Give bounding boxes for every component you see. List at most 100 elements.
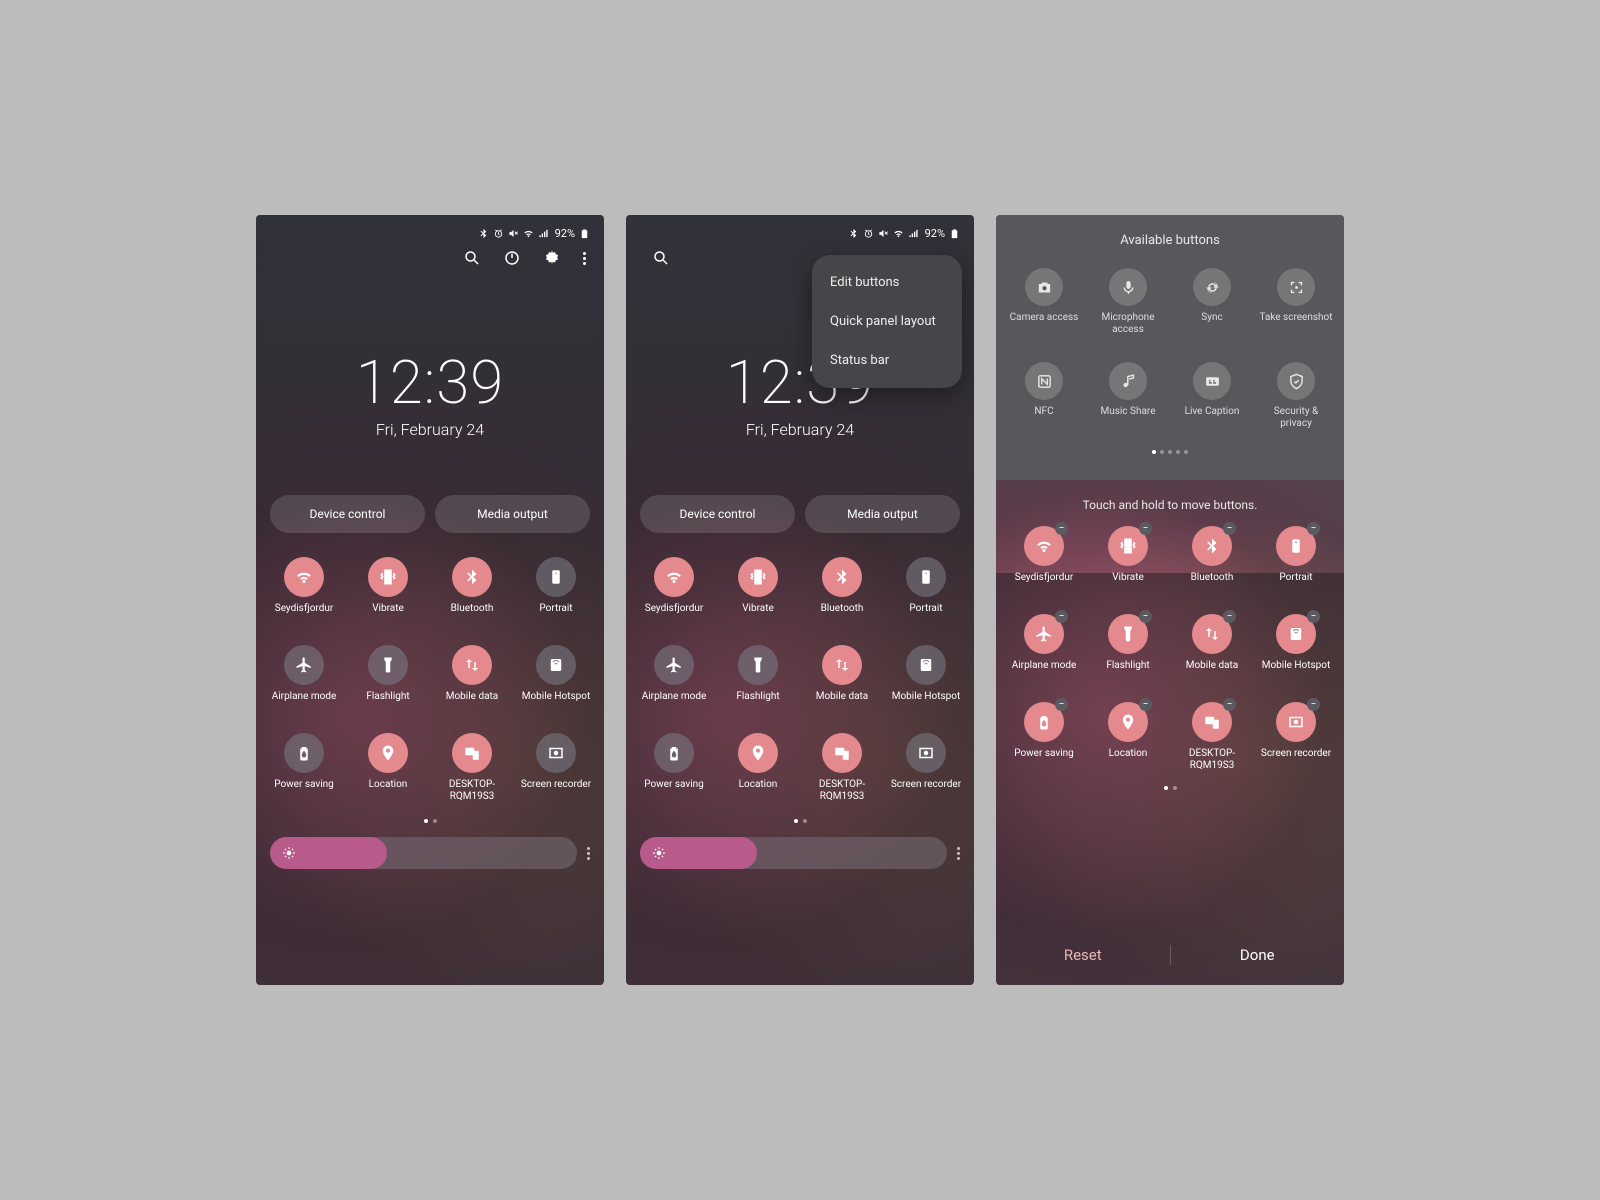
remove-tile-icon[interactable]: − xyxy=(1223,698,1236,711)
tile-flashlight[interactable]: Flashlight xyxy=(716,645,800,703)
tile-hotspot[interactable]: Mobile Hotspot xyxy=(884,645,968,703)
tile-mobiledata[interactable]: −Mobile data xyxy=(1170,614,1254,672)
tile-flashlight[interactable]: −Flashlight xyxy=(1086,614,1170,672)
brightness-slider[interactable] xyxy=(270,837,577,869)
available-mic[interactable]: Microphone access xyxy=(1086,268,1170,336)
musicshare-icon[interactable] xyxy=(1109,362,1147,400)
bluetooth-icon[interactable] xyxy=(822,557,862,597)
bluetooth-icon[interactable] xyxy=(452,557,492,597)
device-control-button[interactable]: Device control xyxy=(270,495,425,533)
tile-record[interactable]: Screen recorder xyxy=(884,733,968,803)
brightness-slider[interactable] xyxy=(640,837,947,869)
brightness-more-icon[interactable] xyxy=(957,847,960,860)
media-output-button[interactable]: Media output xyxy=(805,495,960,533)
portrait-icon[interactable] xyxy=(536,557,576,597)
tile-flashlight[interactable]: Flashlight xyxy=(346,645,430,703)
camera-icon[interactable] xyxy=(1025,268,1063,306)
tile-airplane[interactable]: Airplane mode xyxy=(632,645,716,703)
link-icon[interactable] xyxy=(822,733,862,773)
hotspot-icon[interactable] xyxy=(906,645,946,685)
wifi-icon[interactable] xyxy=(284,557,324,597)
tile-powersave[interactable]: Power saving xyxy=(632,733,716,803)
tile-link[interactable]: −DESKTOP-RQM19S3 xyxy=(1170,702,1254,772)
remove-tile-icon[interactable]: − xyxy=(1139,698,1152,711)
tile-pager[interactable] xyxy=(626,819,974,823)
tile-bluetooth[interactable]: Bluetooth xyxy=(800,557,884,615)
tile-vibrate[interactable]: Vibrate xyxy=(346,557,430,615)
remove-tile-icon[interactable]: − xyxy=(1055,610,1068,623)
tile-bluetooth[interactable]: −Bluetooth xyxy=(1170,526,1254,584)
search-icon[interactable] xyxy=(463,249,481,267)
vibrate-icon[interactable] xyxy=(368,557,408,597)
available-pager[interactable] xyxy=(996,450,1344,454)
tile-record[interactable]: Screen recorder xyxy=(514,733,598,803)
remove-tile-icon[interactable]: − xyxy=(1307,610,1320,623)
link-icon[interactable] xyxy=(452,733,492,773)
flashlight-icon[interactable] xyxy=(738,645,778,685)
hotspot-icon[interactable] xyxy=(536,645,576,685)
powersave-icon[interactable] xyxy=(654,733,694,773)
available-musicshare[interactable]: Music Share xyxy=(1086,362,1170,430)
remove-tile-icon[interactable]: − xyxy=(1223,522,1236,535)
mic-icon[interactable] xyxy=(1109,268,1147,306)
tile-hotspot[interactable]: −Mobile Hotspot xyxy=(1254,614,1338,672)
tile-mobiledata[interactable]: Mobile data xyxy=(800,645,884,703)
tile-pager[interactable] xyxy=(996,786,1344,790)
tile-link[interactable]: DESKTOP-RQM19S3 xyxy=(430,733,514,803)
airplane-icon[interactable] xyxy=(654,645,694,685)
more-icon[interactable] xyxy=(583,252,586,265)
nfc-icon[interactable] xyxy=(1025,362,1063,400)
brightness-more-icon[interactable] xyxy=(587,847,590,860)
remove-tile-icon[interactable]: − xyxy=(1139,522,1152,535)
tile-location[interactable]: −Location xyxy=(1086,702,1170,772)
remove-tile-icon[interactable]: − xyxy=(1139,610,1152,623)
mobiledata-icon[interactable] xyxy=(822,645,862,685)
mobiledata-icon[interactable] xyxy=(452,645,492,685)
tile-mobiledata[interactable]: Mobile data xyxy=(430,645,514,703)
tile-hotspot[interactable]: Mobile Hotspot xyxy=(514,645,598,703)
available-camera[interactable]: Camera access xyxy=(1002,268,1086,336)
wifi-icon[interactable] xyxy=(654,557,694,597)
tile-powersave[interactable]: Power saving xyxy=(262,733,346,803)
tile-portrait[interactable]: −Portrait xyxy=(1254,526,1338,584)
tile-wifi[interactable]: −Seydisfjordur xyxy=(1002,526,1086,584)
available-shield[interactable]: Security & privacy xyxy=(1254,362,1338,430)
media-output-button[interactable]: Media output xyxy=(435,495,590,533)
tile-location[interactable]: Location xyxy=(346,733,430,803)
caption-icon[interactable] xyxy=(1193,362,1231,400)
tile-wifi[interactable]: Seydisfjordur xyxy=(632,557,716,615)
gear-icon[interactable] xyxy=(543,249,561,267)
remove-tile-icon[interactable]: − xyxy=(1307,522,1320,535)
menu-edit-buttons[interactable]: Edit buttons xyxy=(812,263,962,302)
menu-status-bar[interactable]: Status bar xyxy=(812,341,962,380)
tile-vibrate[interactable]: Vibrate xyxy=(716,557,800,615)
available-screenshot[interactable]: Take screenshot xyxy=(1254,268,1338,336)
tile-bluetooth[interactable]: Bluetooth xyxy=(430,557,514,615)
tile-portrait[interactable]: Portrait xyxy=(514,557,598,615)
tile-airplane[interactable]: Airplane mode xyxy=(262,645,346,703)
available-sync[interactable]: Sync xyxy=(1170,268,1254,336)
menu-quick-panel-layout[interactable]: Quick panel layout xyxy=(812,302,962,341)
screenshot-icon[interactable] xyxy=(1277,268,1315,306)
location-icon[interactable] xyxy=(738,733,778,773)
available-nfc[interactable]: NFC xyxy=(1002,362,1086,430)
tile-airplane[interactable]: −Airplane mode xyxy=(1002,614,1086,672)
tile-link[interactable]: DESKTOP-RQM19S3 xyxy=(800,733,884,803)
portrait-icon[interactable] xyxy=(906,557,946,597)
remove-tile-icon[interactable]: − xyxy=(1055,522,1068,535)
shield-icon[interactable] xyxy=(1277,362,1315,400)
remove-tile-icon[interactable]: − xyxy=(1055,698,1068,711)
record-icon[interactable] xyxy=(536,733,576,773)
power-icon[interactable] xyxy=(503,249,521,267)
airplane-icon[interactable] xyxy=(284,645,324,685)
search-icon[interactable] xyxy=(652,249,670,267)
reset-button[interactable]: Reset xyxy=(996,946,1170,964)
tile-portrait[interactable]: Portrait xyxy=(884,557,968,615)
flashlight-icon[interactable] xyxy=(368,645,408,685)
tile-location[interactable]: Location xyxy=(716,733,800,803)
remove-tile-icon[interactable]: − xyxy=(1307,698,1320,711)
available-caption[interactable]: Live Caption xyxy=(1170,362,1254,430)
tile-wifi[interactable]: Seydisfjordur xyxy=(262,557,346,615)
tile-powersave[interactable]: −Power saving xyxy=(1002,702,1086,772)
remove-tile-icon[interactable]: − xyxy=(1223,610,1236,623)
